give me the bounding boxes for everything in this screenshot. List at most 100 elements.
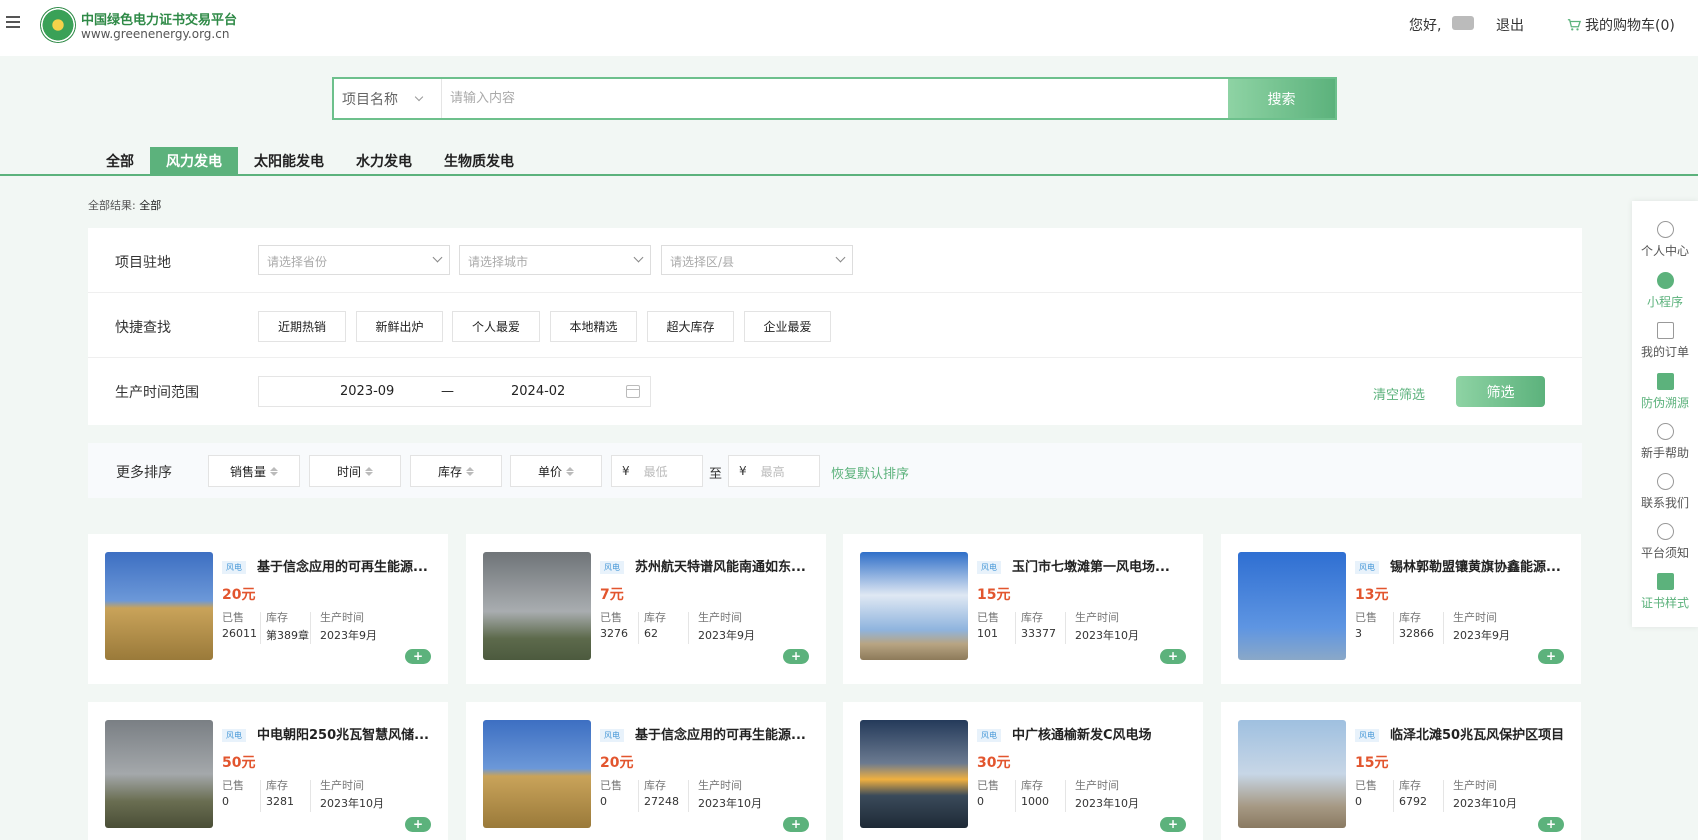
- filter-panel: 项目驻地 请选择省份 请选择城市 请选择区/县 快捷查找 近期热销 新鲜出炉 个…: [88, 228, 1582, 425]
- search-type-select[interactable]: 项目名称: [334, 79, 442, 118]
- tab-hydro[interactable]: 水力发电: [340, 147, 428, 175]
- sold-label: 已售: [977, 611, 999, 624]
- product-card[interactable]: 风电 中电朝阳250兆瓦智慧风储... 50元 已售 0 库存 3281 生产时间 2023年1…: [88, 702, 448, 840]
- quick-large-stock[interactable]: 超大库存: [647, 311, 734, 342]
- tab-wind[interactable]: 风力发电: [150, 147, 238, 175]
- product-card[interactable]: 风电 中广核通榆新发C风电场 30元 已售 0 库存 1000 生产时间 2023年10月 +: [843, 702, 1203, 840]
- tab-all[interactable]: 全部: [90, 147, 150, 175]
- date-label: 生产时间范围: [115, 385, 199, 401]
- product-tag: 风电: [600, 729, 624, 742]
- sort-price-button[interactable]: 单价: [510, 455, 602, 487]
- product-card[interactable]: 风电 基于信念应用的可再生能源... 20元 已售 0 库存 27248 生产时间 2023年1…: [466, 702, 826, 840]
- side-personal-center[interactable]: 个人中心: [1632, 221, 1698, 259]
- search-button[interactable]: 搜索: [1228, 79, 1335, 118]
- product-title[interactable]: 玉门市七墩滩第一风电场...: [1012, 556, 1192, 575]
- product-card[interactable]: 风电 基于信念应用的可再生能源... 20元 已售 26011 库存 第389章 生产时间 20…: [88, 534, 448, 684]
- meta-divider: [688, 612, 689, 644]
- quick-personal-fav[interactable]: 个人最爱: [452, 311, 540, 342]
- time-label: 生产时间: [1075, 611, 1119, 624]
- product-title[interactable]: 锡林郭勒盟镶黄旗协鑫能源...: [1390, 556, 1570, 575]
- meta-divider: [1393, 612, 1394, 644]
- product-card[interactable]: 风电 苏州航天特谱风能南通如东... 7元 已售 3276 库存 62 生产时间 2023年9月…: [466, 534, 826, 684]
- product-image[interactable]: [860, 552, 968, 660]
- side-notice[interactable]: 平台须知: [1632, 523, 1698, 561]
- side-certificate-sample[interactable]: 证书样式: [1632, 573, 1698, 611]
- district-select[interactable]: 请选择区/县: [661, 245, 853, 275]
- quick-hot[interactable]: 近期热销: [258, 311, 346, 342]
- date-end: 2024-02: [511, 384, 566, 399]
- sold-label: 已售: [222, 779, 244, 792]
- meta-divider: [1015, 612, 1016, 644]
- tab-solar[interactable]: 太阳能发电: [238, 147, 340, 175]
- calendar-icon: [626, 385, 640, 398]
- sort-time-label: 时间: [336, 464, 361, 479]
- add-to-cart-button[interactable]: +: [1538, 649, 1564, 664]
- add-to-cart-button[interactable]: +: [783, 649, 809, 664]
- sort-sales-button[interactable]: 销售量: [208, 455, 300, 487]
- link-icon: [1656, 272, 1674, 289]
- add-to-cart-button[interactable]: +: [405, 649, 431, 664]
- add-to-cart-button[interactable]: +: [1160, 817, 1186, 832]
- side-contact[interactable]: 联系我们: [1632, 473, 1698, 511]
- product-image[interactable]: [1238, 720, 1346, 828]
- filter-button[interactable]: 筛选: [1456, 376, 1545, 407]
- product-tag: 风电: [222, 729, 246, 742]
- tab-biomass[interactable]: 生物质发电: [428, 147, 530, 175]
- contact-icon: [1656, 473, 1674, 490]
- product-image[interactable]: [860, 720, 968, 828]
- date-range-picker[interactable]: 2023-09 — 2024-02: [258, 376, 651, 407]
- location-label: 项目驻地: [115, 255, 171, 271]
- reset-sort-link[interactable]: 恢复默认排序: [831, 463, 909, 482]
- sort-time-button[interactable]: 时间: [309, 455, 401, 487]
- time-label: 生产时间: [1453, 779, 1497, 792]
- quick-enterprise-fav[interactable]: 企业最爱: [744, 311, 831, 342]
- price-min-input[interactable]: ¥ 最低: [611, 455, 703, 487]
- time-value: 2023年9月: [698, 629, 755, 642]
- side-label: 防伪溯源: [1640, 396, 1689, 410]
- sort-label: 更多排序: [116, 465, 172, 481]
- cart-link[interactable]: 我的购物车(0): [1567, 15, 1675, 35]
- product-title[interactable]: 基于信念应用的可再生能源...: [257, 556, 437, 575]
- quick-local[interactable]: 本地精选: [550, 311, 637, 342]
- meta-divider: [310, 612, 311, 644]
- search-input[interactable]: [442, 79, 1228, 118]
- meta-divider: [1065, 780, 1066, 812]
- side-help[interactable]: 新手帮助: [1632, 423, 1698, 461]
- menu-icon[interactable]: [6, 16, 20, 28]
- product-card[interactable]: 风电 锡林郭勒盟镶黄旗协鑫能源... 13元 已售 3 库存 32866 生产时间 2023年9…: [1221, 534, 1581, 684]
- time-label: 生产时间: [1075, 779, 1119, 792]
- province-select[interactable]: 请选择省份: [258, 245, 450, 275]
- product-card[interactable]: 风电 临泽北滩50兆瓦风保护区项目 15元 已售 0 库存 6792 生产时间 2023年10月…: [1221, 702, 1581, 840]
- product-image[interactable]: [483, 552, 591, 660]
- add-to-cart-button[interactable]: +: [1160, 649, 1186, 664]
- add-to-cart-button[interactable]: +: [1538, 817, 1564, 832]
- product-title[interactable]: 基于信念应用的可再生能源...: [635, 724, 815, 743]
- product-image[interactable]: [105, 552, 213, 660]
- sold-value: 3: [1355, 627, 1362, 640]
- quick-new[interactable]: 新鲜出炉: [356, 311, 443, 342]
- category-tabs: 全部 风力发电 太阳能发电 水力发电 生物质发电: [90, 147, 530, 175]
- side-my-orders[interactable]: 我的订单: [1632, 322, 1698, 360]
- product-image[interactable]: [1238, 552, 1346, 660]
- product-image[interactable]: [105, 720, 213, 828]
- product-title[interactable]: 中电朝阳250兆瓦智慧风储...: [257, 724, 437, 743]
- product-card[interactable]: 风电 玉门市七墩滩第一风电场... 15元 已售 101 库存 33377 生产时间 2023年…: [843, 534, 1203, 684]
- product-title[interactable]: 苏州航天特谱风能南通如东...: [635, 556, 815, 575]
- time-value: 2023年9月: [320, 629, 377, 642]
- stock-value: 第389章: [266, 629, 309, 642]
- clear-filters-link[interactable]: 清空筛选: [1373, 384, 1425, 403]
- price-max-input[interactable]: ¥ 最高: [728, 455, 820, 487]
- quick-label: 快捷查找: [115, 320, 171, 336]
- platform-logo[interactable]: [40, 7, 76, 43]
- stock-label: 库存: [1021, 611, 1043, 624]
- logout-link[interactable]: 退出: [1496, 15, 1524, 35]
- city-select[interactable]: 请选择城市: [459, 245, 651, 275]
- add-to-cart-button[interactable]: +: [405, 817, 431, 832]
- side-mini-program[interactable]: 小程序: [1632, 272, 1698, 310]
- product-title[interactable]: 临泽北滩50兆瓦风保护区项目: [1390, 724, 1570, 743]
- side-anti-counterfeit[interactable]: 防伪溯源: [1632, 373, 1698, 411]
- add-to-cart-button[interactable]: +: [783, 817, 809, 832]
- product-title[interactable]: 中广核通榆新发C风电场: [1012, 724, 1192, 743]
- product-image[interactable]: [483, 720, 591, 828]
- sort-stock-button[interactable]: 库存: [410, 455, 502, 487]
